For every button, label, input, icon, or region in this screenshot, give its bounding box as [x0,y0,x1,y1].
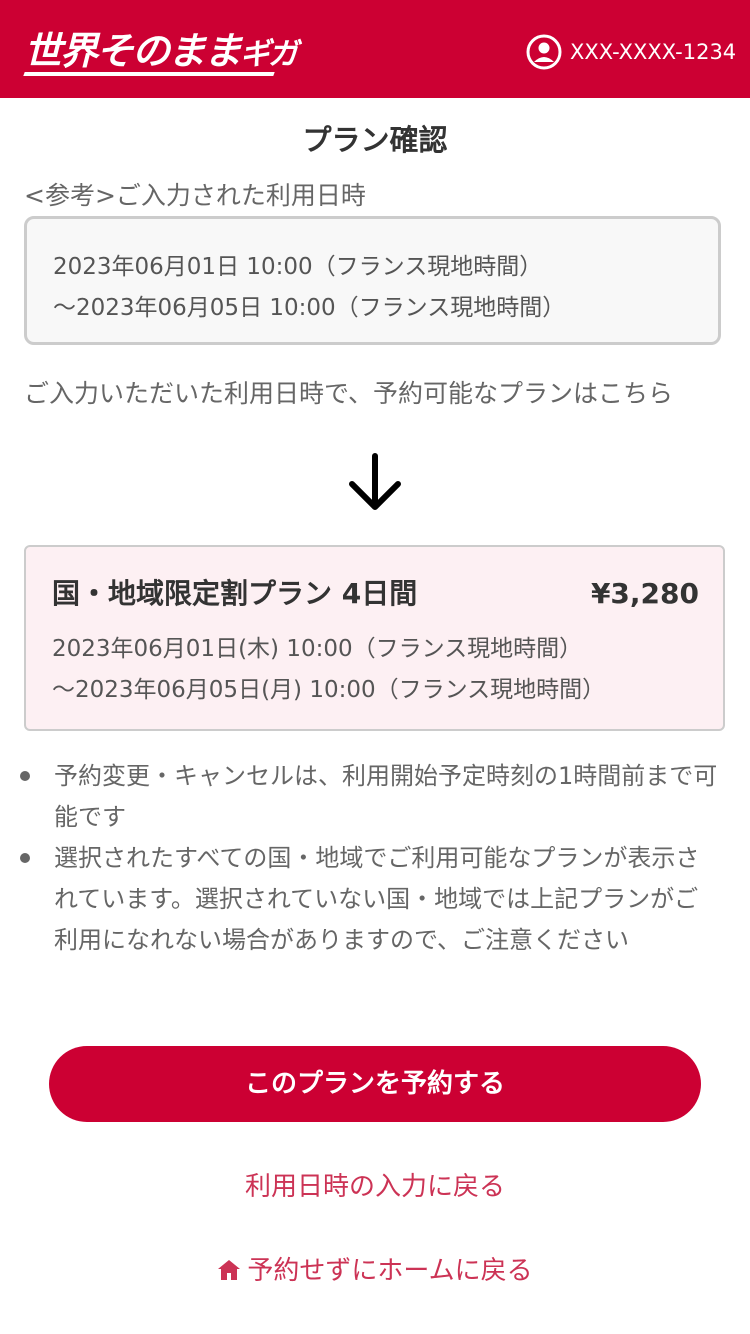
back-to-home-link[interactable]: 予約せずにホームに戻る [0,1250,750,1292]
reference-label: <参考>ご入力された利用日時 [24,181,366,210]
plan-start: 2023年06月01日(木) 10:00（フランス現地時間） [52,636,583,662]
home-icon [218,1260,241,1280]
plan-card[interactable]: 国・地域限定割プラン 4日間 ¥3,280 2023年06月01日(木) 10:… [24,545,725,731]
phone-number: XXX-XXXX-1234 [570,40,737,64]
bullet-icon [20,853,30,863]
entered-start: 2023年06月01日 10:00（フランス現地時間） [53,254,543,280]
page-title: プラン確認 [302,123,448,157]
back-to-datetime-link[interactable]: 利用日時の入力に戻る [0,1166,750,1208]
list-item: 選択されたすべての国・地域でご利用可能なプランが表示されています。選択されていな… [0,838,722,961]
note-text: 予約変更・キャンセルは、利用開始予定時刻の1時間前まで可能です [54,762,718,831]
entered-end: ～2023年06月05日 10:00（フランス現地時間） [53,295,566,321]
arrow-down-icon [349,453,401,510]
plan-price: ¥3,280 [590,577,699,610]
entered-datetime-box: 2023年06月01日 10:00（フランス現地時間） ～2023年06月05日… [24,216,721,345]
logo-underline [23,72,275,76]
list-item: 予約変更・キャンセルは、利用開始予定時刻の1時間前まで可能です [0,756,722,838]
brand-logo[interactable]: 世界そのままギガ [24,28,298,78]
reserve-plan-button[interactable]: このプランを予約する [49,1046,701,1122]
plan-dates: 2023年06月01日(木) 10:00（フランス現地時間） ～2023年06月… [52,629,605,711]
plan-end: ～2023年06月05日(月) 10:00（フランス現地時間） [52,677,606,703]
user-circle-icon[interactable] [526,34,562,70]
plan-name: 国・地域限定割プラン 4日間 [52,577,418,610]
app-header: 世界そのままギガ XXX-XXXX-1234 [0,0,750,98]
notes-list: 予約変更・キャンセルは、利用開始予定時刻の1時間前まで可能です 選択されたすべて… [0,756,750,961]
home-link-label: 予約せずにホームに戻る [247,1256,533,1286]
available-plans-intro: ご入力いただいた利用日時で、予約可能なプランはこちら [24,379,674,408]
bullet-icon [20,771,30,781]
note-text: 選択されたすべての国・地域でご利用可能なプランが表示されています。選択されていな… [54,844,700,954]
